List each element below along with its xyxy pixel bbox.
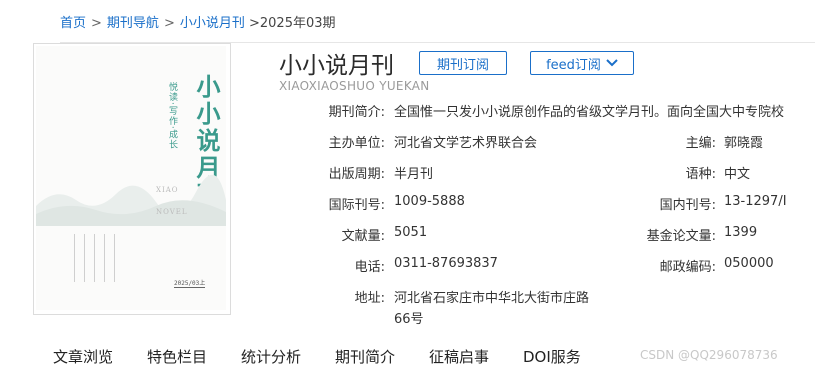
feed-label: feed订阅 xyxy=(546,57,601,73)
info-row-docs: 文献量: 5051 基金论文量: 1399 xyxy=(0,225,815,245)
feed-subscribe-button[interactable]: feed订阅 xyxy=(530,51,634,75)
info-row-intro: 期刊简介: 全国惟一只发小小说原创作品的省级文学月刊。面向全国大中专院校 xyxy=(0,101,815,121)
issn-label: 国际刊号: xyxy=(328,198,385,213)
intro-value: 全国惟一只发小小说原创作品的省级文学月刊。面向全国大中专院校 xyxy=(394,105,785,120)
cover-english-top: XIAO xyxy=(156,186,179,194)
cn-value: 13-1297/I xyxy=(724,194,787,209)
language-label: 语种: xyxy=(685,167,716,182)
breadcrumb-separator: > xyxy=(163,16,175,31)
docs-label: 文献量: xyxy=(341,229,385,244)
sponsor-label: 主办单位: xyxy=(328,136,385,151)
phone-label: 电话: xyxy=(354,260,385,275)
tab-doi-service[interactable]: DOI服务 xyxy=(523,346,581,367)
issn-value: 1009-5888 xyxy=(394,194,465,209)
sponsor-value: 河北省文学艺术界联合会 xyxy=(394,136,538,151)
tab-statistics[interactable]: 统计分析 xyxy=(241,346,301,367)
cycle-value: 半月刊 xyxy=(394,167,434,182)
address-line-2: 66号 xyxy=(394,312,424,327)
info-row-phone: 电话: 0311-87693837 邮政编码: 050000 xyxy=(0,256,815,276)
breadcrumb-journal[interactable]: 小小说月刊 xyxy=(180,16,245,31)
journal-title: 小小说月刊 xyxy=(279,53,394,79)
breadcrumb-separator: > xyxy=(91,16,102,31)
postal-value: 050000 xyxy=(724,256,774,271)
editor-label: 主编: xyxy=(685,136,716,151)
tab-journal-intro[interactable]: 期刊简介 xyxy=(335,346,395,367)
tab-call-for-papers[interactable]: 征稿启事 xyxy=(429,346,489,367)
subscribe-button[interactable]: 期刊订阅 xyxy=(419,51,507,75)
tab-article-browse[interactable]: 文章浏览 xyxy=(53,346,113,367)
phone-value: 0311-87693837 xyxy=(394,256,498,271)
breadcrumb-home[interactable]: 首页 xyxy=(60,16,86,31)
cycle-label: 出版周期: xyxy=(328,167,385,182)
subscribe-label: 期刊订阅 xyxy=(436,57,489,73)
address-line-1: 河北省石家庄市中华北大街市庄路 xyxy=(394,291,590,306)
journal-pinyin: XIAOXIAOSHUO YUEKAN xyxy=(279,79,430,93)
editor-value: 郭晓霞 xyxy=(724,136,764,151)
language-value: 中文 xyxy=(724,167,751,182)
breadcrumb-journals-nav[interactable]: 期刊导航 xyxy=(107,16,159,31)
tab-featured-columns[interactable]: 特色栏目 xyxy=(147,346,207,367)
info-row-cycle: 出版周期: 半月刊 语种: 中文 xyxy=(0,163,815,183)
chevron-down-icon xyxy=(606,59,618,67)
intro-label: 期刊简介: xyxy=(328,105,385,120)
info-row-address: 地址: 河北省石家庄市中华北大街市庄路 66号 xyxy=(0,287,815,327)
info-row-sponsor: 主办单位: 河北省文学艺术界联合会 主编: 郭晓霞 xyxy=(0,132,815,152)
postal-label: 邮政编码: xyxy=(659,260,716,275)
breadcrumb: 首页 > 期刊导航 > 小小说月刊 >2025年03期 xyxy=(60,12,336,31)
info-row-issn: 国际刊号: 1009-5888 国内刊号: 13-1297/I xyxy=(0,194,815,214)
address-label: 地址: xyxy=(354,291,385,306)
docs-value: 5051 xyxy=(394,225,428,240)
fund-label: 基金论文量: xyxy=(646,229,716,244)
cn-label: 国内刊号: xyxy=(659,198,716,213)
breadcrumb-current: >2025年03期 xyxy=(249,16,336,31)
watermark: CSDN @QQ296078736 xyxy=(640,348,778,362)
fund-value: 1399 xyxy=(724,225,758,240)
